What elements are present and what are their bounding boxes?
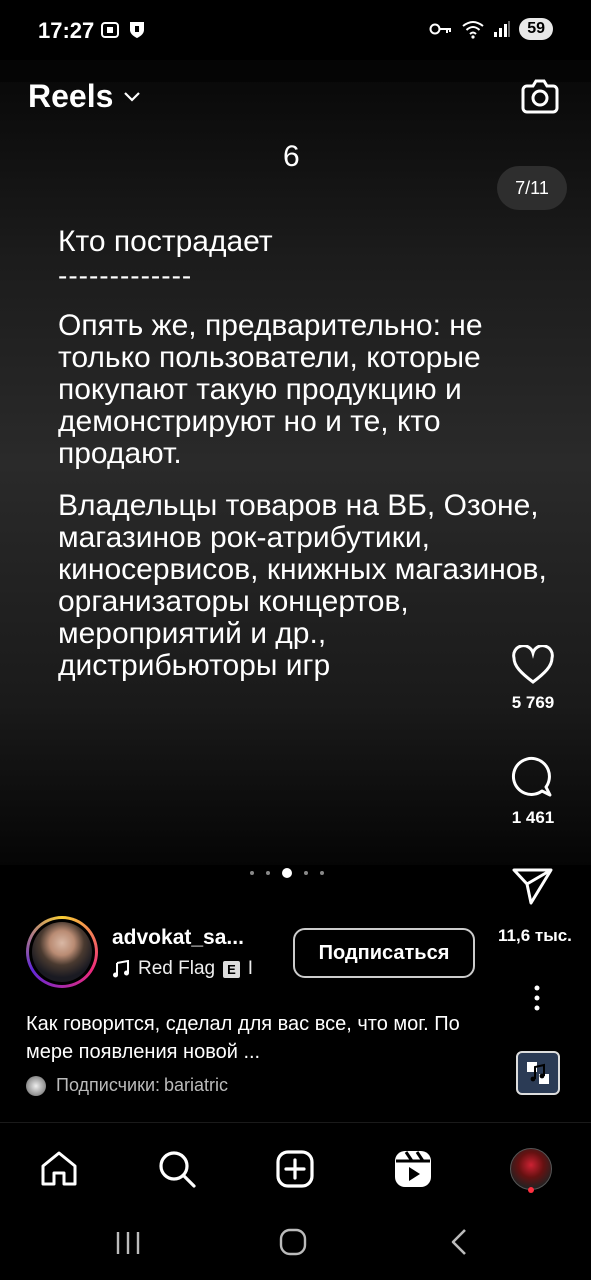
nav-home[interactable] [35,1145,83,1193]
share-count: 11,6 тыс. [498,926,572,945]
key-icon [429,23,452,35]
audio-thumbnail[interactable] [516,1051,560,1095]
status-system-icons: 59 [429,18,553,40]
reel-viewer[interactable]: Reels 6 7/11 Кто пострадает ------------… [0,60,591,865]
reels-title-dropdown[interactable]: Reels [28,78,141,115]
carousel-dot [320,871,324,875]
nav-reels[interactable] [389,1145,437,1193]
screenshot-icon [101,22,119,38]
page-counter-badge: 7/11 [497,166,567,210]
camera-icon[interactable] [521,78,559,114]
shield-icon [130,22,144,38]
author-avatar[interactable] [26,916,98,988]
chevron-down-icon [124,91,141,102]
like-count: 5 769 [511,693,555,712]
nav-profile[interactable] [507,1145,555,1193]
share-action[interactable] [493,866,573,906]
home-icon[interactable] [39,1150,79,1188]
reels-icon[interactable] [393,1149,433,1189]
more-options-icon[interactable] [532,984,542,1014]
nav-create[interactable] [271,1145,319,1193]
status-notification-icons [100,20,146,40]
signal-icon [494,21,511,37]
comment-action[interactable]: 1 461 [493,756,573,828]
followers-label: Подписчики: [56,1075,161,1095]
comment-icon[interactable] [511,756,555,800]
post-paragraph-1: Опять же, предварительно: не только поль… [58,309,483,470]
author-avatar-ring-gap [29,919,95,985]
follow-button[interactable]: Подписаться [293,928,475,978]
carousel-dot [304,871,308,875]
carousel-indicator [250,868,324,878]
author-username[interactable]: advokat_sa... [112,926,244,950]
recent-apps-icon[interactable] [114,1230,142,1256]
heart-icon[interactable] [511,645,555,685]
notification-dot [528,1187,534,1193]
carousel-dot [266,871,270,875]
reels-title: Reels [28,78,114,114]
post-divider: ------------- [58,260,193,291]
wifi-icon [462,21,484,39]
bottom-navigation [0,1122,591,1214]
system-navigation-bar [0,1214,591,1280]
music-info[interactable]: Red Flag E I [112,958,253,980]
status-time: 17:27 [38,18,95,43]
create-icon[interactable] [275,1149,315,1189]
music-title-overflow: I [247,958,254,979]
explicit-badge: E [223,960,240,978]
follower-avatar [26,1075,46,1096]
profile-avatar[interactable] [510,1148,552,1190]
search-icon[interactable] [157,1149,197,1189]
post-paragraph-2: Владельцы товаров на ВБ, Озоне, магазино… [58,489,547,682]
author-avatar-photo [32,922,92,982]
send-icon[interactable] [511,866,555,906]
followers-line[interactable]: Подписчики: bariatric [26,1075,228,1096]
carousel-dot [250,871,254,875]
back-icon[interactable] [449,1228,469,1256]
music-note-icon [113,960,129,978]
music-title: Red Flag [138,958,216,979]
carousel-dot-active [282,868,292,878]
comment-count: 1 461 [511,808,555,827]
post-heading: Кто пострадает [58,225,273,258]
home-button-icon[interactable] [279,1228,307,1256]
nav-search[interactable] [153,1145,201,1193]
like-action[interactable]: 5 769 [493,645,573,713]
music-note-icon [527,1062,549,1084]
post-caption[interactable]: Как говорится, сделал для вас все, что м… [26,1010,506,1066]
status-bar: 17:27 59 [0,0,591,60]
slide-number: 6 [283,140,300,173]
battery-indicator: 59 [519,18,553,40]
follower-name: bariatric [164,1075,229,1095]
